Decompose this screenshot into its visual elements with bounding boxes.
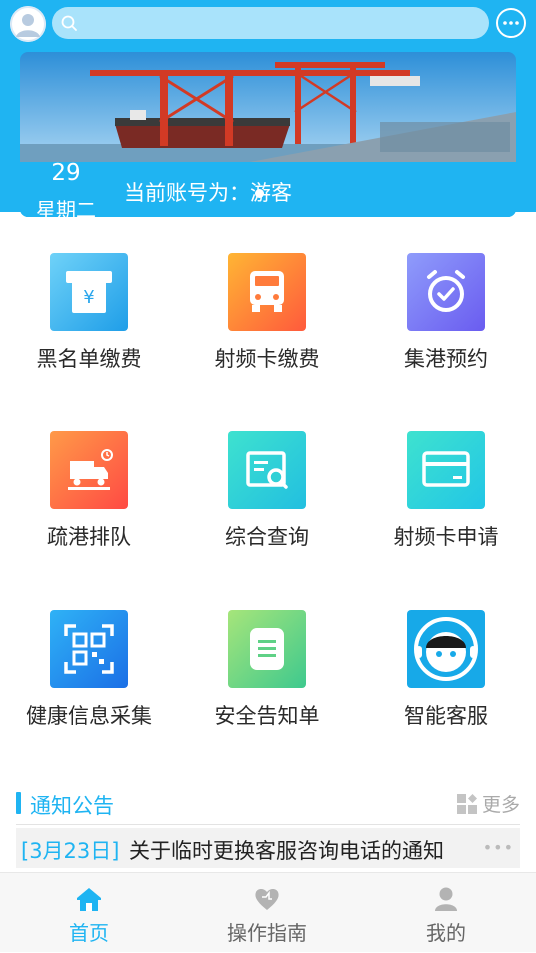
menu-item-blacklist-payment[interactable]: ¥ 黑名单缴费: [0, 253, 178, 431]
menu-item-general-query[interactable]: 综合查询: [178, 431, 356, 609]
truck-icon: [228, 253, 306, 331]
menu-item-rfid-application[interactable]: 射频卡申请: [357, 431, 535, 609]
tab-profile[interactable]: 我的: [357, 873, 535, 953]
menu-item-evacuation-queue[interactable]: 疏港排队: [0, 431, 178, 609]
tab-label-home: 首页: [69, 921, 109, 945]
menu-item-smart-service[interactable]: 智能客服: [357, 610, 535, 788]
search-input[interactable]: [52, 7, 489, 39]
banner-date-day: 29: [51, 160, 81, 186]
note-icon: [228, 610, 306, 688]
user-avatar-icon[interactable]: [10, 6, 46, 42]
tab-guide[interactable]: 操作指南: [178, 873, 356, 953]
atm-yen-icon: ¥: [50, 253, 128, 331]
chat-bubble-icon[interactable]: [496, 8, 526, 38]
menu-item-label: 射频卡申请: [393, 525, 499, 549]
notice-more-label: 更多: [481, 794, 520, 816]
menu-item-label: 智能客服: [404, 704, 488, 728]
customer-service-icon: [407, 610, 485, 688]
guide-heart-icon: [255, 889, 279, 910]
alarm-clock-icon: [407, 253, 485, 331]
menu-item-label: 射频卡缴费: [214, 347, 320, 371]
menu-item-safety-notice[interactable]: 安全告知单: [178, 610, 356, 788]
home-icon: [77, 888, 101, 911]
tab-home[interactable]: 首页: [0, 873, 178, 953]
bottom-tab-bar: 首页 操作指南 我的: [0, 872, 536, 952]
notice-header: 通知公告 更多: [16, 790, 520, 818]
notice-text: 关于临时更换客服咨询电话的通知: [129, 839, 444, 863]
svg-text:¥: ¥: [83, 287, 94, 308]
tab-label-profile: 我的: [426, 921, 466, 945]
notice-list-item[interactable]: [3月23日] 关于临时更换客服咨询电话的通知 •••: [16, 828, 520, 868]
notice-accent-bar: [16, 792, 21, 814]
notice-item-menu-icon[interactable]: •••: [483, 838, 514, 857]
menu-item-label: 综合查询: [225, 525, 309, 549]
search-icon: [61, 15, 77, 31]
grid-more-icon: [456, 794, 477, 814]
tab-label-guide: 操作指南: [227, 921, 307, 945]
notice-date: [3月23日]: [21, 839, 120, 863]
menu-item-label: 健康信息采集: [26, 704, 152, 728]
menu-item-port-reservation[interactable]: 集港预约: [357, 253, 535, 431]
notice-divider: [16, 824, 520, 825]
profile-icon: [435, 887, 457, 911]
menu-item-health-info[interactable]: 健康信息采集: [0, 610, 178, 788]
menu-item-label: 疏港排队: [47, 525, 131, 549]
document-search-icon: [228, 431, 306, 509]
banner-carousel[interactable]: 29 星期二 当前账号为：游客: [20, 52, 516, 217]
truck-queue-icon: [50, 431, 128, 509]
menu-item-label: 安全告知单: [214, 704, 320, 728]
notice-title: 通知公告: [30, 794, 114, 818]
menu-item-label: 黑名单缴费: [36, 347, 142, 371]
card-icon: [407, 431, 485, 509]
qr-scan-icon: [50, 610, 128, 688]
menu-item-rfid-payment[interactable]: 射频卡缴费: [178, 253, 356, 431]
banner-date-weekday: 星期二: [36, 198, 96, 217]
account-status-text: 当前账号为：游客: [124, 181, 292, 205]
notice-more-button[interactable]: 更多: [456, 790, 520, 816]
menu-item-label: 集港预约: [404, 347, 488, 371]
top-bar: [0, 0, 536, 50]
